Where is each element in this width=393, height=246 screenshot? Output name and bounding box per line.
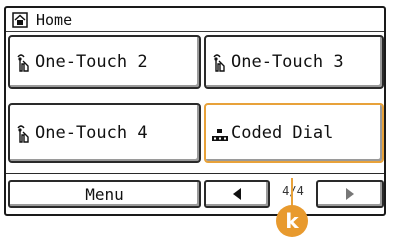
title-bar: Home (6, 8, 384, 32)
tile-label: One-Touch 3 (231, 52, 344, 72)
home-icon (12, 11, 28, 28)
device-screen: Home One-Touch 2 One-Touch 3 One-Touch 4 (4, 6, 386, 216)
menu-label: Menu (85, 184, 124, 204)
triangle-right-icon (346, 188, 354, 200)
triangle-left-icon (233, 188, 241, 200)
one-touch-icon (17, 54, 29, 72)
one-touch-2-button[interactable]: One-Touch 2 (8, 35, 201, 89)
page-indicator: 4/4 (282, 184, 304, 198)
callout-marker: k (276, 205, 308, 237)
one-touch-icon (17, 125, 29, 143)
one-touch-4-button[interactable]: One-Touch 4 (8, 103, 201, 163)
tile-label: One-Touch 4 (35, 123, 148, 143)
callout-line (291, 178, 293, 206)
next-page-button[interactable] (316, 180, 384, 208)
prev-page-button[interactable] (204, 180, 270, 208)
page-title: Home (36, 10, 73, 29)
coded-dial-icon (212, 129, 228, 141)
bottom-bar: Menu 4/4 (6, 173, 384, 214)
tile-label: Coded Dial (231, 123, 334, 143)
tile-label: One-Touch 2 (35, 52, 148, 72)
coded-dial-button[interactable]: Coded Dial (204, 103, 384, 163)
menu-button[interactable]: Menu (8, 180, 201, 208)
one-touch-icon (213, 54, 225, 72)
one-touch-3-button[interactable]: One-Touch 3 (204, 35, 384, 89)
